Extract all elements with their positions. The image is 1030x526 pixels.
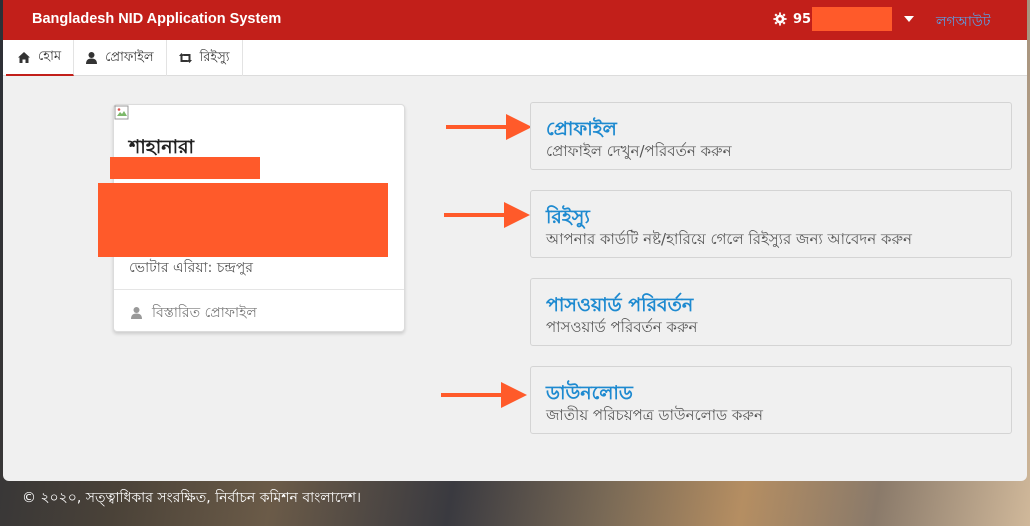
- logout-link[interactable]: লগআউট: [936, 10, 990, 34]
- user-icon: [86, 52, 98, 64]
- tab-reissue[interactable]: রিইস্যু: [167, 40, 243, 76]
- details-link-label: বিস্তারিত প্রোফাইল: [152, 305, 257, 321]
- home-icon: [18, 51, 30, 63]
- user-menu[interactable]: 95: [773, 6, 915, 32]
- divider: [114, 289, 404, 290]
- annotation-arrow: [446, 114, 532, 140]
- annotation-arrow: [441, 382, 527, 408]
- action-description: পাসওয়ার্ড পরিবর্তন করুন: [546, 318, 698, 336]
- action-description: প্রোফাইল দেখুন/পরিবর্তন করুন: [546, 142, 732, 160]
- profile-card: শাহানারা ভোটার এরিয়া: চন্দ্রপুর বিস্তার…: [98, 104, 405, 332]
- broken-image-icon: [114, 105, 129, 120]
- tab-home[interactable]: হোম: [6, 40, 75, 76]
- details-profile-link[interactable]: বিস্তারিত প্রোফাইল: [131, 301, 257, 325]
- annotation-arrow: [444, 202, 530, 228]
- tab-label: প্রোফাইল: [105, 49, 154, 65]
- action-description: আপনার কার্ডটি নষ্ট/হারিয়ে গেলে রিইস্যুর…: [546, 230, 912, 248]
- brand-title[interactable]: Bangladesh NID Application System: [32, 11, 281, 27]
- nav-bar: হোম প্রোফাইল রিইস্যু: [3, 40, 1027, 76]
- gear-icon: [773, 12, 787, 26]
- redaction-box: [110, 157, 260, 179]
- password-change-action-card[interactable]: পাসওয়ার্ড পরিবর্তন পাসওয়ার্ড পরিবর্তন …: [530, 278, 1012, 346]
- redaction-box: [98, 183, 388, 257]
- top-bar: Bangladesh NID Application System 95 লগআ…: [3, 0, 1027, 40]
- tab-profile[interactable]: প্রোফাইল: [74, 40, 167, 76]
- tab-label: রিইস্যু: [199, 49, 230, 65]
- tab-label: হোম: [38, 48, 62, 64]
- user-id-prefix: 95: [793, 11, 812, 27]
- user-icon: [131, 307, 142, 319]
- reissue-action-card[interactable]: রিইস্যু আপনার কার্ডটি নষ্ট/হারিয়ে গেলে …: [530, 190, 1012, 258]
- footer-copyright: © ২০২০, সত্ত্বাধিকার সংরক্ষিত, নির্বাচন …: [22, 490, 361, 506]
- voter-area: ভোটার এরিয়া: চন্দ্রপুর: [129, 260, 253, 276]
- download-action-card[interactable]: ডাউনলোড জাতীয় পরিচয়পত্র ডাউনলোড করুন: [530, 366, 1012, 434]
- chevron-down-icon: [904, 16, 915, 22]
- profile-action-card[interactable]: প্রোফাইল প্রোফাইল দেখুন/পরিবর্তন করুন: [530, 102, 1012, 170]
- app-window: Bangladesh NID Application System 95 লগআ…: [3, 0, 1027, 481]
- retweet-icon: [178, 53, 192, 63]
- action-description: জাতীয় পরিচয়পত্র ডাউনলোড করুন: [546, 406, 763, 424]
- redaction-box: [812, 7, 893, 31]
